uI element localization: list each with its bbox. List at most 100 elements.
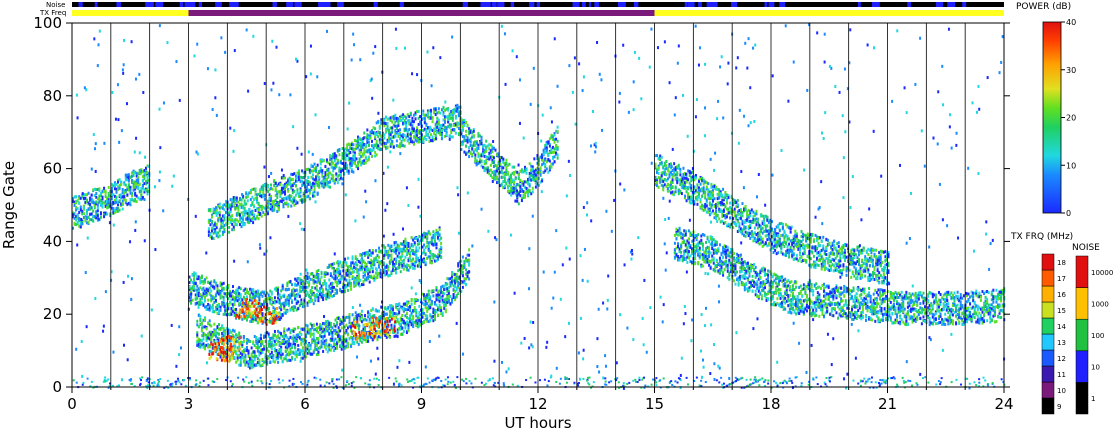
echo-cell — [468, 248, 471, 252]
echo-cell — [240, 211, 243, 215]
echo-cell — [307, 175, 310, 179]
echo-cell — [329, 272, 332, 276]
echo-cell — [431, 116, 434, 120]
echo-cell — [214, 294, 217, 298]
echo-cell — [403, 138, 406, 142]
echo-cell — [427, 289, 430, 293]
echo-cell — [419, 115, 422, 119]
echo-cell — [407, 326, 410, 330]
echo-cell — [461, 274, 464, 278]
echo-cell — [393, 264, 396, 268]
echo-cell — [235, 196, 238, 200]
echo-cell — [435, 242, 438, 246]
echo-cell — [258, 358, 261, 362]
echo-cell — [423, 117, 426, 121]
echo-cell — [322, 296, 325, 300]
echo-cell — [293, 189, 296, 193]
echo-cell — [320, 275, 323, 279]
echo-cell — [339, 329, 342, 333]
echo-cell — [325, 282, 328, 286]
echo-cell — [413, 266, 416, 270]
echo-cell — [378, 255, 381, 259]
echo-cell — [317, 350, 320, 354]
echo-cell — [258, 295, 261, 299]
echo-cell — [202, 286, 205, 290]
echo-cell — [247, 349, 250, 353]
echo-cell — [412, 257, 415, 261]
noise-strip-segment — [572, 2, 580, 7]
echo-cell — [266, 212, 269, 216]
echo-cell — [389, 133, 392, 137]
echo-cell — [726, 263, 729, 267]
noise-strip-segment — [698, 2, 702, 7]
txfreq-strip — [72, 10, 1004, 16]
echo-cell — [411, 116, 414, 120]
echo-cell — [306, 303, 309, 307]
echo-cell — [708, 247, 711, 251]
echo-cell — [378, 246, 381, 250]
echo-cell — [379, 268, 382, 272]
echo-cell — [311, 286, 314, 290]
echo-cell — [230, 312, 233, 316]
echo-cell — [336, 161, 339, 165]
echo-cell — [290, 194, 293, 198]
echo-cell — [396, 331, 399, 335]
echo-cell — [413, 241, 416, 245]
echo-cell — [390, 256, 393, 260]
echo-cell — [703, 233, 706, 237]
echo-cell — [222, 295, 225, 299]
echo-cell — [270, 197, 273, 201]
echo-cell — [210, 289, 213, 293]
echo-cell — [402, 258, 405, 262]
echo-cell — [367, 144, 370, 148]
echo-cell — [329, 348, 332, 352]
echo-cell — [697, 233, 700, 237]
echo-cell — [335, 165, 338, 169]
echo-cell — [312, 351, 315, 355]
echo-cell — [253, 358, 256, 362]
echo-cell — [398, 128, 401, 132]
echo-cell — [259, 333, 262, 337]
echo-cell — [205, 293, 208, 297]
echo-cell — [328, 278, 331, 282]
echo-cell — [263, 194, 266, 198]
noise-strip-segment — [286, 2, 294, 7]
echo-cell — [429, 256, 432, 260]
echo-cell — [317, 269, 320, 273]
echo-cell — [413, 306, 416, 310]
echo-cell — [196, 333, 199, 337]
echo-cell — [377, 119, 380, 123]
echo-cell — [270, 298, 273, 302]
echo-cell — [407, 301, 410, 305]
echo-cell — [250, 346, 253, 350]
echo-cell — [267, 332, 270, 336]
echo-cell — [433, 315, 436, 319]
echo-cell — [294, 346, 297, 350]
echo-cell — [191, 298, 194, 302]
echo-cell — [298, 294, 301, 298]
echo-cell — [383, 136, 386, 140]
echo-cell — [431, 120, 434, 124]
echo-cell — [395, 139, 398, 143]
echo-cell — [395, 271, 398, 275]
noise-strip-segment — [188, 2, 196, 7]
echo-cell — [218, 234, 221, 238]
echo-cell — [293, 172, 296, 176]
echo-cell — [446, 282, 449, 286]
echo-cell — [296, 201, 299, 205]
echo-cell — [276, 195, 279, 199]
echo-cell — [394, 113, 397, 117]
noise-strip — [72, 2, 1004, 7]
echo-cell — [277, 360, 280, 364]
echo-cell — [423, 320, 426, 324]
echo-cell — [315, 284, 318, 288]
echo-cell — [357, 164, 360, 168]
noise-strip-segment — [510, 2, 515, 7]
echo-cell — [416, 298, 419, 302]
echo-cell — [297, 343, 300, 347]
echo-cell — [426, 314, 429, 318]
noise-strip-segment — [184, 2, 190, 7]
echo-cell — [208, 286, 211, 290]
echo-cell — [315, 343, 318, 347]
echo-cell — [308, 280, 311, 284]
